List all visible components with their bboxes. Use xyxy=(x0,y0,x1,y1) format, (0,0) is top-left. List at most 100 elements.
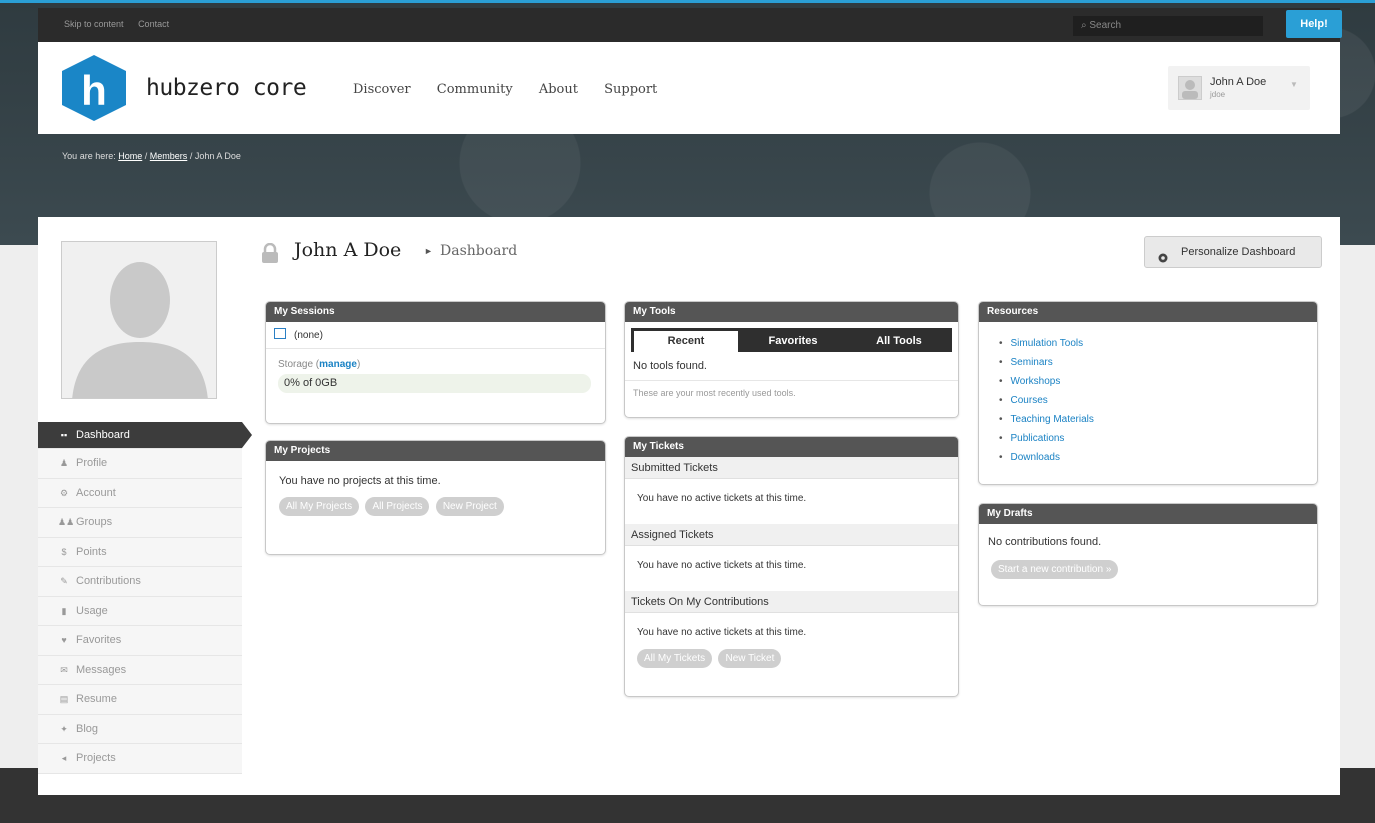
member-sidebar-nav: ▪▪ Dashboard ♟ Profile ⚙ Account ♟♟ Groups $… xyxy=(38,422,252,774)
new-project-button[interactable]: New Project xyxy=(435,497,504,516)
breadcrumb-home-link[interactable]: Home xyxy=(118,151,142,161)
help-button[interactable]: Help! xyxy=(1286,10,1342,38)
storage-info: Storage (manage) 0% of 0GB xyxy=(266,349,605,403)
site-name[interactable]: hubzero core xyxy=(146,75,307,101)
breadcrumb-prefix: You are here: xyxy=(62,151,116,161)
resource-link[interactable]: Downloads xyxy=(1011,452,1060,463)
search-icon: ⌕ xyxy=(1081,20,1087,31)
resume-icon: ▤ xyxy=(59,694,69,704)
all-my-tickets-button[interactable]: All My Tickets xyxy=(637,649,713,668)
start-new-contribution-button[interactable]: Start a new contribution » xyxy=(991,560,1119,579)
sidebar-item-groups[interactable]: ♟♟ Groups xyxy=(38,508,242,538)
sidebar-item-resume[interactable]: ▤ Resume xyxy=(38,685,242,715)
breadcrumb: You are here: Home / Members / John A Do… xyxy=(62,151,241,161)
projects-actions: All My Projects All Projects New Project xyxy=(266,487,605,516)
breadcrumb-separator: / xyxy=(189,151,193,161)
sidebar-item-label: Groups xyxy=(76,516,113,528)
sidebar-item-contributions[interactable]: ✎ Contributions xyxy=(38,567,242,597)
tab-all-tools[interactable]: All Tools xyxy=(849,331,949,352)
sidebar-item-profile[interactable]: ♟ Profile xyxy=(38,449,242,479)
resource-link[interactable]: Seminars xyxy=(1011,357,1053,368)
hubzero-logo-icon[interactable]: h xyxy=(62,55,126,121)
resource-link[interactable]: Teaching Materials xyxy=(1011,414,1094,425)
session-row[interactable]: (none) xyxy=(266,322,605,349)
account-icon: ⚙ xyxy=(59,487,69,498)
my-projects-panel: My Projects You have no projects at this… xyxy=(265,440,606,555)
sidebar-item-messages[interactable]: ✉ Messages xyxy=(38,655,242,685)
resources-list: Simulation Tools Seminars Workshops Cour… xyxy=(979,322,1317,467)
contribution-tickets-heading: Tickets On My Contributions xyxy=(625,591,958,613)
list-item: Publications xyxy=(999,429,1317,448)
all-projects-button[interactable]: All Projects xyxy=(365,497,430,516)
assigned-tickets-heading: Assigned Tickets xyxy=(625,524,958,546)
sidebar-item-projects[interactable]: ◂ Projects xyxy=(38,744,242,774)
user-menu[interactable]: John A Doe jdoe ▼ xyxy=(1168,66,1310,110)
nav-community[interactable]: Community xyxy=(437,82,513,97)
resource-link[interactable]: Simulation Tools xyxy=(1011,338,1084,349)
drafts-actions: Start a new contribution » xyxy=(979,548,1317,579)
list-item: Courses xyxy=(999,391,1317,410)
tools-tabs: Recent Favorites All Tools xyxy=(631,328,952,352)
sidebar-item-dashboard[interactable]: ▪▪ Dashboard xyxy=(38,422,252,449)
nav-discover[interactable]: Discover xyxy=(353,82,411,97)
tab-recent[interactable]: Recent xyxy=(634,331,738,352)
list-item: Downloads xyxy=(999,448,1317,467)
contact-link[interactable]: Contact xyxy=(138,19,169,29)
sidebar-item-favorites[interactable]: ♥ Favorites xyxy=(38,626,242,656)
list-item: Teaching Materials xyxy=(999,410,1317,429)
sidebar-item-label: Profile xyxy=(76,457,108,469)
new-ticket-button[interactable]: New Ticket xyxy=(718,649,782,668)
resource-link[interactable]: Workshops xyxy=(1011,376,1061,387)
assigned-tickets-empty: You have no active tickets at this time. xyxy=(637,560,807,571)
my-tickets-panel: My Tickets Submitted Tickets You have no… xyxy=(624,436,959,697)
manage-storage-link[interactable]: manage xyxy=(319,359,357,370)
profile-photo xyxy=(61,241,217,399)
list-item: Workshops xyxy=(999,372,1317,391)
sidebar-item-points[interactable]: $ Points xyxy=(38,537,242,567)
utility-bar: Skip to content Contact ⌕ Search Help! xyxy=(38,8,1342,42)
favorites-icon: ♥ xyxy=(61,635,67,645)
sidebar-item-label: Points xyxy=(76,545,107,558)
resource-link[interactable]: Courses xyxy=(1011,395,1048,406)
messages-icon: ✉ xyxy=(60,664,68,675)
section-name: Dashboard xyxy=(440,243,518,259)
nav-support[interactable]: Support xyxy=(604,82,657,97)
sidebar-item-label: Resume xyxy=(76,693,117,705)
tools-note: These are your most recently used tools. xyxy=(633,388,796,398)
sidebar-item-usage[interactable]: ▮ Usage xyxy=(38,596,242,626)
breadcrumb-members-link[interactable]: Members xyxy=(150,151,188,161)
tools-empty: No tools found. xyxy=(625,352,958,381)
my-sessions-panel: My Sessions (none) Storage (manage) 0% o… xyxy=(265,301,606,424)
contributions-icon: ✎ xyxy=(60,576,68,586)
all-my-projects-button[interactable]: All My Projects xyxy=(279,497,360,516)
usage-icon: ▮ xyxy=(61,605,67,616)
sidebar-item-label: Messages xyxy=(76,663,127,676)
storage-label: Storage xyxy=(278,359,314,370)
panel-title: My Tools xyxy=(625,302,958,322)
panel-title: My Sessions xyxy=(266,302,605,322)
sidebar-item-label: Contributions xyxy=(76,575,141,587)
projects-icon: ◂ xyxy=(61,753,67,763)
user-avatar-icon xyxy=(1178,76,1202,100)
my-drafts-panel: My Drafts No contributions found. Start … xyxy=(978,503,1318,606)
sidebar-item-label: Dashboard xyxy=(76,429,130,441)
member-name: John A Doe xyxy=(294,239,402,261)
groups-icon: ♟♟ xyxy=(58,517,75,527)
session-none: (none) xyxy=(294,330,323,341)
sidebar-item-blog[interactable]: ✦ Blog xyxy=(38,714,242,744)
blog-icon: ✦ xyxy=(60,723,68,734)
tab-favorites[interactable]: Favorites xyxy=(739,331,847,352)
search-placeholder: Search xyxy=(1089,20,1122,31)
logo-letter: h xyxy=(81,67,107,114)
personalize-dashboard-button[interactable]: Personalize Dashboard xyxy=(1144,236,1322,268)
resource-link[interactable]: Publications xyxy=(1011,433,1065,444)
skip-to-content-link[interactable]: Skip to content xyxy=(64,19,124,29)
resources-panel: Resources Simulation Tools Seminars Work… xyxy=(978,301,1318,485)
search-input[interactable]: ⌕ Search xyxy=(1073,16,1263,36)
breadcrumb-separator: / xyxy=(144,151,148,161)
dashboard-icon: ▪▪ xyxy=(60,430,68,440)
contribution-tickets-empty: You have no active tickets at this time. xyxy=(637,627,807,638)
triangle-right-icon: ► xyxy=(424,246,433,256)
nav-about[interactable]: About xyxy=(539,82,578,97)
sidebar-item-account[interactable]: ⚙ Account xyxy=(38,478,242,508)
